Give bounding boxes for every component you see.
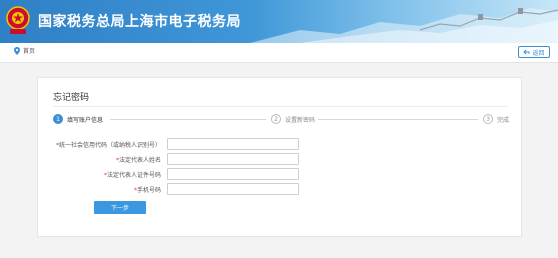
tax-emblem-icon <box>6 6 30 34</box>
field-label: *法定代表人证件号码 <box>103 172 161 179</box>
location-pin-icon <box>14 46 20 55</box>
step-3: 3 完成 <box>483 114 509 124</box>
form-row-rep-id: *法定代表人证件号码 <box>38 168 523 180</box>
step-2: 2 设置新密码 <box>271 114 315 124</box>
field-label: *法定代表人姓名 <box>115 157 161 164</box>
breadcrumb-home-label: 首页 <box>23 48 36 55</box>
next-step-button[interactable]: 下一步 <box>94 201 146 214</box>
step-number: 3 <box>483 114 493 124</box>
back-button[interactable]: 返回 <box>518 46 550 58</box>
legal-rep-name-input[interactable] <box>167 153 299 165</box>
step-1: 1 填写账户信息 <box>53 114 103 124</box>
breadcrumb-bar: 首页 返回 <box>0 43 558 63</box>
step-number: 1 <box>53 114 63 124</box>
legal-rep-id-input[interactable] <box>167 168 299 180</box>
form-row-rep-name: *法定代表人姓名 <box>38 153 523 165</box>
site-header: 国家税务总局上海市电子税务局 <box>0 0 558 43</box>
phone-input[interactable] <box>167 183 299 195</box>
breadcrumb-home[interactable]: 首页 <box>14 46 35 55</box>
step-label: 填写账户信息 <box>67 116 104 124</box>
title-divider <box>53 106 508 107</box>
field-label: *统一社会信用代码（或纳税人识别号） <box>55 142 161 149</box>
step-connector <box>110 119 266 120</box>
back-label: 返回 <box>532 49 545 57</box>
field-label: *手机号码 <box>133 187 161 194</box>
forgot-password-panel: 忘记密码 1 填写账户信息 2 设置新密码 3 完成 *统一社会信用代码（或纳税… <box>37 77 522 237</box>
site-title: 国家税务总局上海市电子税务局 <box>38 14 241 30</box>
step-label: 完成 <box>497 116 510 124</box>
panel-title: 忘记密码 <box>53 93 90 103</box>
form-row-credit-code: *统一社会信用代码（或纳税人识别号） <box>38 138 523 150</box>
step-label: 设置新密码 <box>285 116 316 124</box>
credit-code-input[interactable] <box>167 138 299 150</box>
step-connector <box>318 119 478 120</box>
step-number: 2 <box>271 114 281 124</box>
back-arrow-icon <box>523 49 530 55</box>
form-row-phone: *手机号码 <box>38 183 523 195</box>
